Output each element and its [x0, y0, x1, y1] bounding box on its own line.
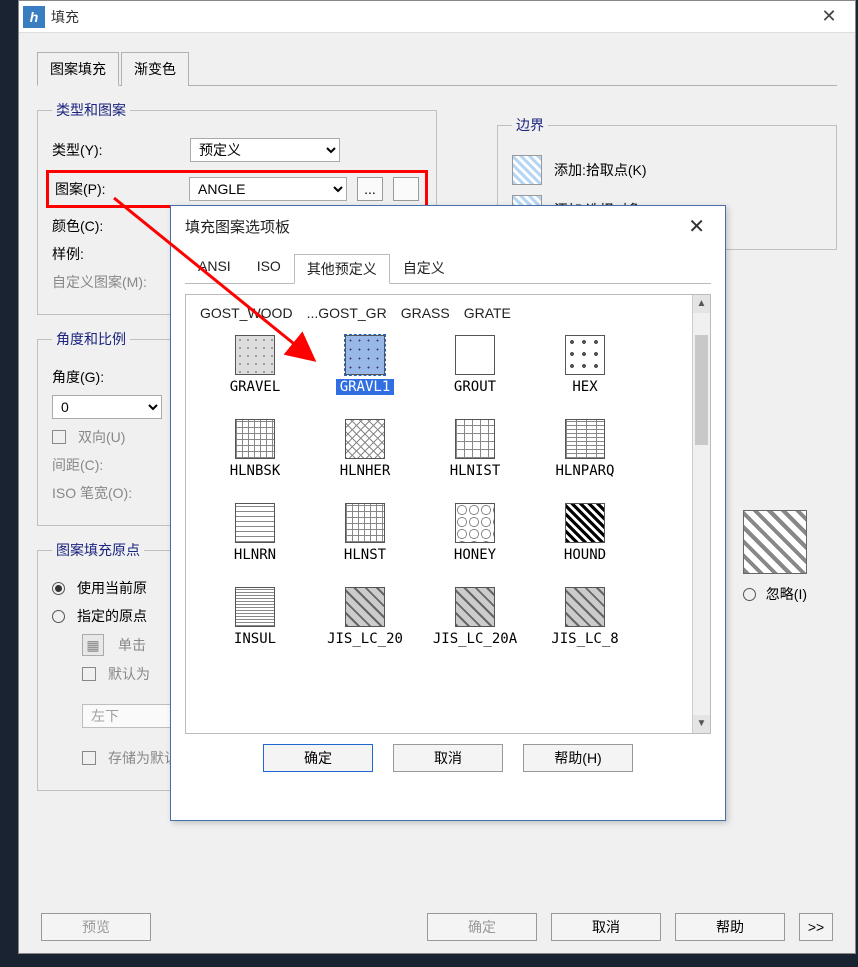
- toprow-item[interactable]: GRATE: [464, 305, 511, 321]
- pattern-swatch: [455, 335, 495, 375]
- toprow-item[interactable]: GRASS: [401, 305, 450, 321]
- pattern-swatch: [565, 335, 605, 375]
- pattern-cell-hound[interactable]: HOUND: [530, 503, 640, 563]
- pattern-label: GROUT: [454, 379, 496, 395]
- pattern-swatch: [455, 419, 495, 459]
- spacing-label: 间距(C):: [52, 455, 182, 475]
- pattern-label: JIS_LC_20: [327, 631, 403, 647]
- pattern-cell-hlnist[interactable]: HLNIST: [420, 419, 530, 479]
- click-label: 单击: [118, 635, 146, 655]
- default-as-checkbox[interactable]: [82, 667, 96, 681]
- palette-scrollbar[interactable]: ▲ ▼: [692, 295, 710, 733]
- pattern-label: HLNST: [344, 547, 386, 563]
- pattern-cell-hex[interactable]: HEX: [530, 335, 640, 395]
- scroll-thumb[interactable]: [695, 335, 708, 445]
- pattern-label: HOUND: [564, 547, 606, 563]
- pattern-cell-insul[interactable]: INSUL: [200, 587, 310, 647]
- pattern-label: HLNRN: [234, 547, 276, 563]
- pattern-cell-hlnrn[interactable]: HLNRN: [200, 503, 310, 563]
- type-label: 类型(Y):: [52, 140, 182, 160]
- click-origin-icon: ▦: [82, 634, 104, 656]
- pattern-swatch: [455, 503, 495, 543]
- store-origin-checkbox[interactable]: [82, 751, 96, 765]
- annotation-arrow: [104, 192, 334, 372]
- ptab-custom[interactable]: 自定义: [390, 253, 458, 283]
- window-title: 填充: [51, 7, 807, 27]
- pattern-label: JIS_LC_8: [551, 631, 618, 647]
- pattern-label: HEX: [572, 379, 597, 395]
- pattern-swatch: [455, 587, 495, 627]
- pattern-extra-button[interactable]: [393, 177, 419, 201]
- dialog-footer: 预览 确定 取消 帮助 >>: [41, 913, 833, 941]
- ok-button: 确定: [427, 913, 537, 941]
- pattern-swatch: [235, 587, 275, 627]
- legend-boundary: 边界: [512, 115, 548, 135]
- add-pick-label[interactable]: 添加:拾取点(K): [554, 160, 647, 180]
- pattern-label: HLNHER: [340, 463, 391, 479]
- palette-footer: 确定 取消 帮助(H): [171, 744, 725, 772]
- titlebar: h 填充 ✕: [19, 1, 855, 33]
- pattern-cell-hlnbsk[interactable]: HLNBSK: [200, 419, 310, 479]
- help-button[interactable]: 帮助: [675, 913, 785, 941]
- palette-ok-button[interactable]: 确定: [263, 744, 373, 772]
- use-current-label: 使用当前原: [77, 578, 147, 598]
- tab-gradient[interactable]: 渐变色: [121, 52, 189, 86]
- pattern-cell-jis_lc_20a[interactable]: JIS_LC_20A: [420, 587, 530, 647]
- palette-help-button[interactable]: 帮助(H): [523, 744, 633, 772]
- pattern-label: GRAVL1: [336, 379, 395, 395]
- expand-button[interactable]: >>: [799, 913, 833, 941]
- app-icon: h: [23, 6, 45, 28]
- pattern-swatch: [565, 419, 605, 459]
- pattern-browse-button[interactable]: ...: [357, 177, 383, 201]
- preview-button: 预览: [41, 913, 151, 941]
- twodir-label: 双向(U): [78, 427, 125, 447]
- ignore-label: 忽略(I): [766, 584, 807, 604]
- pattern-cell-honey[interactable]: HONEY: [420, 503, 530, 563]
- pattern-cell-hlnst[interactable]: HLNST: [310, 503, 420, 563]
- pick-point-icon[interactable]: [512, 155, 542, 185]
- specify-label: 指定的原点: [77, 606, 147, 626]
- legend-type: 类型和图案: [52, 100, 130, 120]
- twodir-checkbox[interactable]: [52, 430, 66, 444]
- palette-cancel-button[interactable]: 取消: [393, 744, 503, 772]
- pattern-label: JIS_LC_20A: [433, 631, 517, 647]
- pattern-grid: GRAVEL GRAVL1 GROUT HEX HLNBSK HLNHER HLNIST HL…: [200, 335, 702, 647]
- pattern-swatch: [235, 419, 275, 459]
- pattern-label: INSUL: [234, 631, 276, 647]
- pattern-swatch: [345, 419, 385, 459]
- cancel-button[interactable]: 取消: [551, 913, 661, 941]
- tab-hatch[interactable]: 图案填充: [37, 52, 119, 86]
- radio-ignore[interactable]: [743, 588, 756, 601]
- pattern-swatch: [565, 587, 605, 627]
- pattern-cell-jis_lc_20[interactable]: JIS_LC_20: [310, 587, 420, 647]
- pattern-label: HLNPARQ: [555, 463, 614, 479]
- island-preview-icon: [743, 510, 807, 574]
- scroll-up-button[interactable]: ▲: [693, 295, 710, 313]
- isopen-label: ISO 笔宽(O):: [52, 483, 182, 503]
- close-button[interactable]: ✕: [807, 2, 851, 32]
- palette-close-button[interactable]: ✕: [682, 214, 711, 239]
- angle-select[interactable]: 0: [52, 395, 162, 419]
- radio-use-current[interactable]: [52, 582, 65, 595]
- pattern-label: HONEY: [454, 547, 496, 563]
- pattern-cell-jis_lc_8[interactable]: JIS_LC_8: [530, 587, 640, 647]
- pattern-cell-grout[interactable]: GROUT: [420, 335, 530, 395]
- pattern-swatch: [345, 587, 385, 627]
- main-tabs: 图案填充 渐变色: [37, 51, 837, 86]
- pattern-swatch: [345, 503, 385, 543]
- pattern-label: HLNBSK: [230, 463, 281, 479]
- pattern-label: HLNIST: [450, 463, 501, 479]
- pattern-swatch: [345, 335, 385, 375]
- default-as-label: 默认为: [108, 664, 150, 684]
- pattern-cell-hlnher[interactable]: HLNHER: [310, 419, 420, 479]
- radio-specify[interactable]: [52, 610, 65, 623]
- pattern-label: GRAVEL: [230, 379, 281, 395]
- pattern-cell-hlnparq[interactable]: HLNPARQ: [530, 419, 640, 479]
- scroll-down-button[interactable]: ▼: [693, 715, 710, 733]
- pattern-swatch: [565, 503, 605, 543]
- type-select[interactable]: 预定义: [190, 138, 340, 162]
- legend-origin: 图案填充原点: [52, 540, 144, 560]
- pattern-swatch: [235, 503, 275, 543]
